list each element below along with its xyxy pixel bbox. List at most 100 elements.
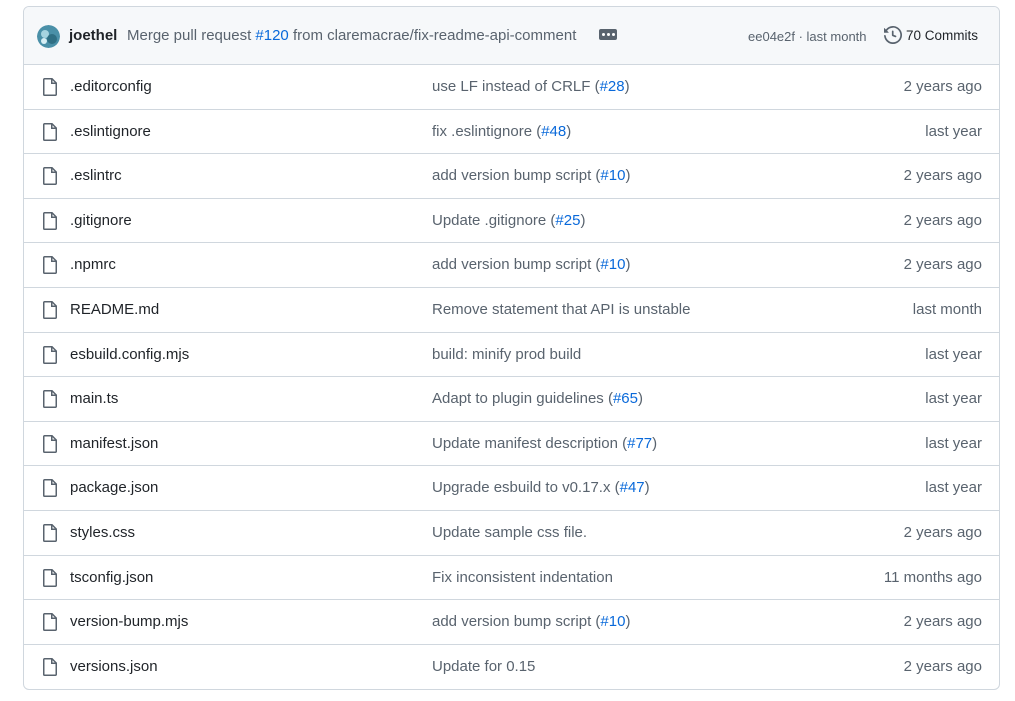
file-commit-message[interactable]: use LF instead of CRLF (#28): [432, 78, 630, 95]
issue-ref-link[interactable]: #10: [600, 613, 625, 630]
commit-message-text[interactable]: add version bump script (: [432, 167, 600, 184]
file-icon: [43, 479, 57, 498]
file-commit-message[interactable]: Update .gitignore (#25): [432, 212, 585, 229]
ellipsis-dot-icon: [611, 33, 615, 36]
file-list: .editorconfig use LF instead of CRLF (#28…: [24, 65, 999, 689]
file-commit-message[interactable]: build: minify prod build: [432, 346, 581, 363]
file-row: manifest.json Update manifest description…: [24, 422, 999, 467]
commit-message-text[interactable]: Fix inconsistent indentation: [432, 569, 613, 586]
commit-message-text[interactable]: Remove statement that API is unstable: [432, 301, 690, 318]
file-row: version-bump.mjs add version bump script …: [24, 600, 999, 645]
pr-link[interactable]: #120: [255, 27, 288, 44]
commit-message-end: ): [625, 167, 631, 185]
commit-message-text[interactable]: Update .gitignore (: [432, 212, 555, 229]
file-name-link[interactable]: .gitignore: [70, 212, 132, 229]
file-browser: joethel Merge pull request #120 from cla…: [23, 6, 1000, 691]
file-row: versions.json Update for 0.15 2 years ago: [24, 645, 999, 690]
commit-message-text[interactable]: use LF instead of CRLF (: [432, 78, 600, 95]
file-commit-age: 2 years ago: [903, 613, 982, 631]
file-name-link[interactable]: version-bump.mjs: [70, 613, 188, 630]
file-commit-message[interactable]: Fix inconsistent indentation: [432, 569, 613, 586]
file-name-link[interactable]: .npmrc: [70, 256, 116, 273]
file-icon: [43, 568, 57, 587]
commit-message-end: ): [625, 256, 631, 274]
file-name-link[interactable]: .eslintrc: [70, 167, 122, 184]
file-icon: [43, 613, 57, 632]
issue-ref-link[interactable]: #10: [600, 256, 625, 273]
commit-message-end: ): [624, 78, 630, 95]
issue-ref-link[interactable]: #77: [627, 435, 652, 452]
commit-message-text[interactable]: add version bump script (: [432, 256, 600, 273]
file-icon: [43, 345, 57, 364]
file-name-link[interactable]: .editorconfig: [70, 78, 152, 95]
file-commit-age: last month: [912, 300, 982, 318]
file-commit-message[interactable]: add version bump script (#10): [432, 613, 630, 630]
file-row: .eslintrc add version bump script (#10) 2 …: [24, 154, 999, 199]
commit-message-text[interactable]: Update for 0.15: [432, 658, 535, 675]
commit-message-text[interactable]: Upgrade esbuild to v0.17.x (: [432, 479, 620, 496]
file-commit-age: 2 years ago: [903, 211, 982, 229]
file-icon: [43, 434, 57, 453]
latest-commit-message[interactable]: Merge pull request #120 from claremacrae…: [127, 27, 576, 44]
file-icon: [43, 523, 57, 542]
file-name-link[interactable]: .eslintignore: [70, 123, 151, 140]
file-commit-message[interactable]: Update for 0.15: [432, 658, 535, 675]
file-icon: [43, 211, 57, 230]
commit-author-link[interactable]: joethel: [69, 27, 117, 44]
file-commit-message[interactable]: add version bump script (#10): [432, 167, 630, 184]
commit-message-text[interactable]: fix .eslintignore (: [432, 123, 541, 140]
file-name-link[interactable]: manifest.json: [70, 435, 158, 452]
file-row: .gitignore Update .gitignore (#25) 2 years…: [24, 199, 999, 244]
file-commit-age: 2 years ago: [903, 256, 982, 274]
commit-sha-time[interactable]: ee04e2f · last month: [748, 29, 867, 44]
file-row: package.json Upgrade esbuild to v0.17.x (…: [24, 466, 999, 511]
issue-ref-link[interactable]: #47: [620, 479, 645, 496]
file-name-link[interactable]: esbuild.config.mjs: [70, 346, 189, 363]
file-commit-message[interactable]: Remove statement that API is unstable: [432, 301, 690, 318]
file-name-link[interactable]: styles.css: [70, 524, 135, 541]
file-row: styles.css Update sample css file. 2 years…: [24, 511, 999, 556]
file-icon: [43, 167, 57, 186]
file-commit-age: 2 years ago: [903, 167, 982, 185]
file-commit-message[interactable]: Update manifest description (#77): [432, 435, 657, 452]
file-commit-message[interactable]: fix .eslintignore (#48): [432, 123, 571, 140]
file-icon: [43, 390, 57, 409]
file-row: tsconfig.json Fix inconsistent indentatio…: [24, 556, 999, 601]
issue-ref-link[interactable]: #48: [541, 123, 566, 140]
commits-count-label: 70 Commits: [906, 27, 979, 43]
file-name-link[interactable]: tsconfig.json: [70, 569, 153, 586]
issue-ref-link[interactable]: #28: [600, 78, 625, 95]
file-commit-age: 2 years ago: [903, 657, 982, 675]
file-name-link[interactable]: versions.json: [70, 658, 158, 675]
file-commit-message[interactable]: add version bump script (#10): [432, 256, 630, 273]
file-row: main.ts Adapt to plugin guidelines (#65) l…: [24, 377, 999, 422]
commit-message-end: ): [638, 390, 643, 408]
commit-message-end: ): [652, 434, 658, 452]
file-name-link[interactable]: README.md: [70, 301, 159, 318]
file-commit-age: last year: [925, 345, 982, 363]
issue-ref-link[interactable]: #25: [555, 212, 580, 229]
file-commit-message[interactable]: Upgrade esbuild to v0.17.x (#47): [432, 479, 650, 496]
issue-ref-link[interactable]: #10: [600, 167, 625, 184]
file-name-link[interactable]: main.ts: [70, 390, 118, 407]
commit-message-prefix[interactable]: Merge pull request: [127, 27, 255, 44]
ellipsis-dot-icon: [606, 33, 610, 36]
commit-message-text[interactable]: add version bump script (: [432, 613, 600, 630]
commits-history-button[interactable]: 70 Commits: [884, 26, 978, 44]
author-avatar[interactable]: [37, 25, 60, 48]
file-commit-message[interactable]: Update sample css file.: [432, 524, 587, 541]
file-commit-message[interactable]: Adapt to plugin guidelines (#65): [432, 390, 643, 407]
latest-commit-bar: joethel Merge pull request #120 from cla…: [24, 7, 999, 65]
commit-message-text[interactable]: Adapt to plugin guidelines (: [432, 390, 613, 407]
commit-message-suffix[interactable]: from claremacrae/fix-readme-api-comment: [289, 27, 576, 44]
issue-ref-link[interactable]: #65: [613, 390, 638, 407]
file-commit-age: 11 months ago: [883, 568, 982, 586]
expand-commit-message-button[interactable]: [599, 29, 617, 40]
commit-message-end: ): [625, 613, 631, 631]
commit-message-text[interactable]: Update manifest description (: [432, 435, 627, 452]
commit-message-text[interactable]: Update sample css file.: [432, 524, 587, 541]
commit-message-text[interactable]: build: minify prod build: [432, 346, 581, 363]
file-row: .npmrc add version bump script (#10) 2 yea…: [24, 243, 999, 288]
history-icon: [884, 26, 902, 44]
file-name-link[interactable]: package.json: [70, 479, 158, 496]
